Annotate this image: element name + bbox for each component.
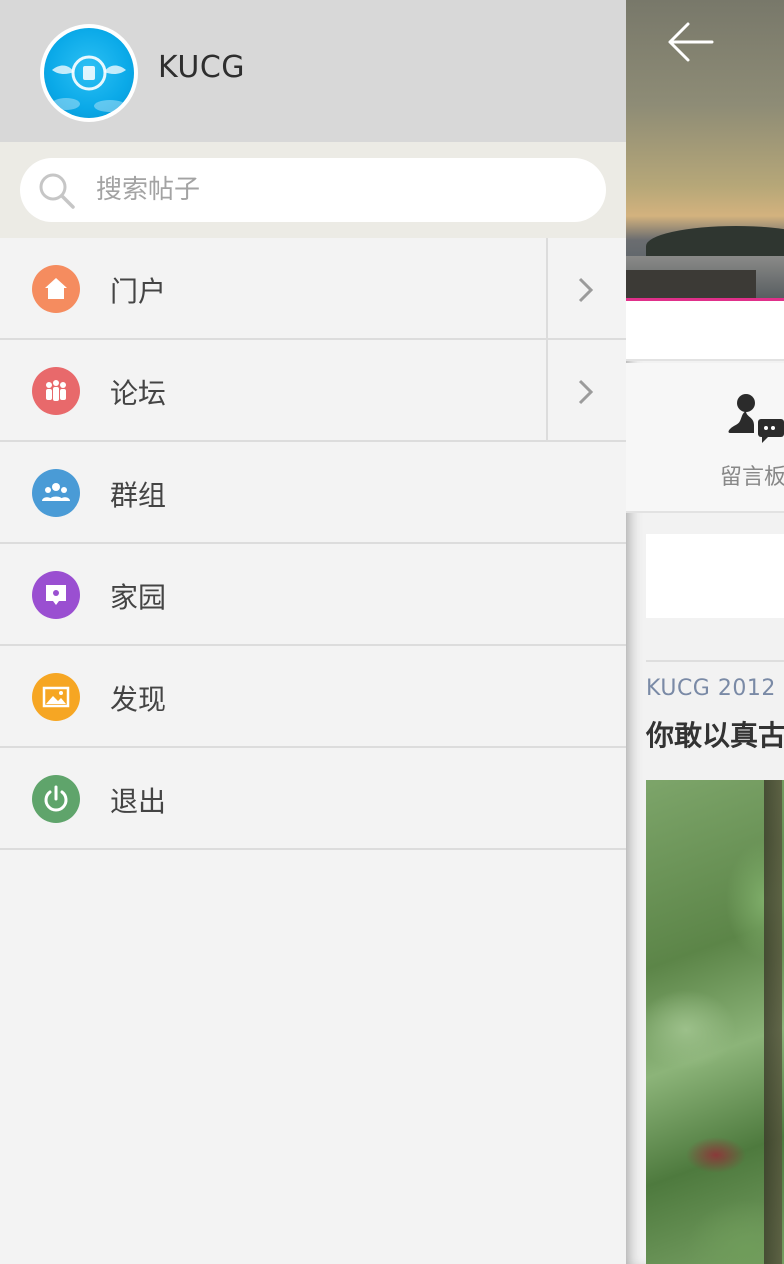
username[interactable]: KUCG bbox=[158, 50, 245, 85]
message-board-label: 留言板 bbox=[720, 465, 784, 490]
menu-item-forum[interactable]: 论坛 bbox=[0, 340, 626, 442]
back-button[interactable] bbox=[666, 18, 716, 68]
drawer-header: KUCG bbox=[0, 0, 626, 142]
arrow-left-icon bbox=[668, 22, 714, 62]
menu-item-discover[interactable]: 发现 bbox=[0, 646, 626, 748]
menu-label: 退出 bbox=[110, 785, 167, 818]
expand-arrow-button[interactable] bbox=[546, 238, 626, 338]
home-card-icon bbox=[32, 571, 80, 619]
menu-label: 门户 bbox=[110, 275, 167, 308]
power-icon bbox=[32, 775, 80, 823]
search-bar bbox=[0, 142, 626, 238]
avatar[interactable] bbox=[40, 24, 138, 122]
search-icon bbox=[39, 173, 75, 209]
menu-label: 家园 bbox=[110, 581, 167, 614]
post-image-stem bbox=[764, 780, 782, 1264]
user-message-icon bbox=[728, 394, 784, 443]
search-input[interactable] bbox=[96, 158, 586, 222]
post-image[interactable] bbox=[646, 780, 784, 1264]
menu-item-logout[interactable]: 退出 bbox=[0, 748, 626, 850]
divider bbox=[646, 660, 784, 662]
menu-label: 发现 bbox=[110, 683, 167, 716]
post-title[interactable]: 你敢以真古 bbox=[646, 714, 784, 754]
navigation-drawer: KUCG 门户 论坛 bbox=[0, 0, 626, 1264]
expand-arrow-button[interactable] bbox=[546, 340, 626, 440]
menu-label: 群组 bbox=[110, 479, 167, 512]
chevron-right-icon bbox=[578, 379, 594, 405]
menu-item-home-space[interactable]: 家园 bbox=[0, 544, 626, 646]
message-board-button[interactable]: 留言板 bbox=[626, 363, 784, 513]
avatar-image bbox=[44, 28, 134, 118]
people-icon bbox=[32, 367, 80, 415]
picture-icon bbox=[32, 673, 80, 721]
home-icon bbox=[32, 265, 80, 313]
avatar-logo-icon bbox=[52, 55, 126, 112]
menu-item-portal[interactable]: 门户 bbox=[0, 238, 626, 340]
post-meta: KUCG 2012 bbox=[646, 676, 776, 701]
profile-page[interactable]: 留言板 KUCG 2012 你敢以真古 bbox=[626, 0, 784, 1264]
menu-item-groups[interactable]: 群组 bbox=[0, 442, 626, 544]
tab-strip bbox=[626, 301, 784, 361]
cover-image bbox=[626, 0, 784, 300]
search-box[interactable] bbox=[20, 158, 606, 222]
cover-pier bbox=[626, 270, 756, 300]
group-icon bbox=[32, 469, 80, 517]
drawer-menu: 门户 论坛 群组 家园 发现 退出 bbox=[0, 238, 626, 850]
content-card bbox=[646, 534, 784, 618]
chevron-right-icon bbox=[578, 277, 594, 303]
menu-label: 论坛 bbox=[110, 377, 167, 410]
